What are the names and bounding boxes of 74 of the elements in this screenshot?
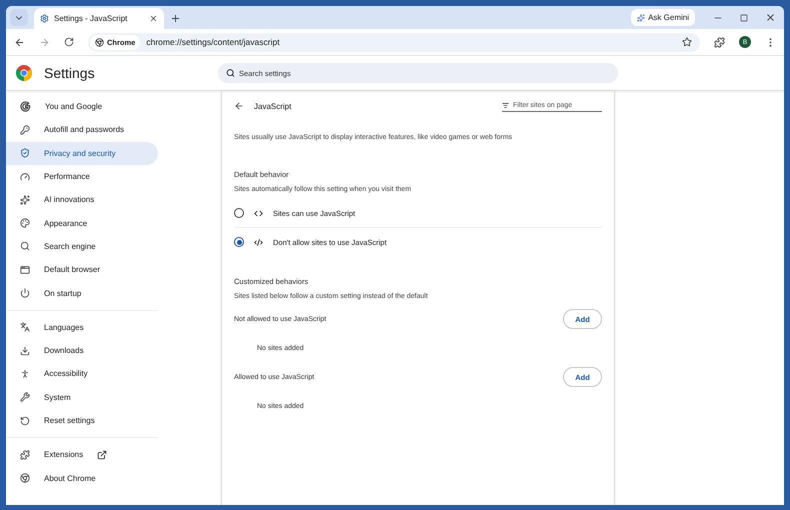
sidebar-item[interactable]: Appearance (6, 211, 158, 235)
page-title: JavaScript (254, 102, 292, 110)
back-arrow-button[interactable] (234, 101, 244, 111)
code-icon (254, 208, 263, 218)
sidebar-icon (20, 241, 30, 252)
sidebar-item[interactable]: About Chrome (6, 466, 158, 490)
sidebar-label: Reset settings (44, 416, 95, 425)
sidebar-label: Search engine (44, 242, 96, 251)
sidebar-item[interactable]: Reset settings (6, 408, 158, 432)
bookmark-star-icon[interactable] (682, 37, 692, 47)
browser-logo-icon (16, 65, 32, 81)
gear-icon (40, 14, 49, 23)
url-text: chrome://settings/content/javascript (146, 37, 281, 47)
sidebar-label: Performance (44, 172, 90, 182)
sidebar-item[interactable]: Default browser (6, 258, 158, 282)
sidebar-item[interactable]: Accessibility (6, 362, 158, 386)
filter-icon (502, 102, 509, 109)
sidebar-icon (20, 288, 30, 298)
sidebar-label: You and Google (45, 102, 102, 112)
back-button[interactable] (14, 36, 25, 48)
extensions-icon[interactable] (714, 36, 725, 48)
sidebar-icon (20, 322, 30, 332)
sidebar-icon (20, 124, 30, 135)
external-link-icon (97, 450, 108, 460)
sparkle-icon (637, 14, 646, 22)
sidebar-item[interactable]: You and Google (6, 95, 158, 118)
sidebar-item[interactable]: Performance (6, 164, 158, 188)
sidebar-label: Downloads (44, 346, 84, 356)
sidebar-label: System (44, 392, 71, 402)
sidebar-label: Default browser (44, 265, 100, 274)
sidebar-item[interactable]: Languages (6, 316, 158, 339)
browser-tab[interactable]: Settings - JavaScript (34, 8, 164, 29)
reload-button[interactable] (64, 37, 74, 47)
sidebar-item[interactable]: Search engine (6, 234, 158, 258)
new-tab-button[interactable] (170, 13, 181, 24)
ask-gemini-button[interactable]: Ask Gemini (631, 9, 695, 26)
sidebar-label: AI innovations (44, 195, 94, 204)
radio-button[interactable] (234, 237, 244, 247)
sidebar-icon (20, 392, 30, 402)
sidebar-icon (20, 450, 30, 460)
sidebar-label: Extensions (44, 450, 84, 460)
tab-title: Settings - JavaScript (54, 14, 128, 23)
sidebar-item[interactable]: Downloads (6, 338, 158, 362)
sidebar-label: Appearance (44, 218, 88, 228)
sidebar-icon (20, 368, 30, 379)
google-g-icon (20, 101, 31, 112)
sidebar-icon (20, 346, 30, 356)
sidebar-item[interactable]: AI innovations (6, 188, 158, 212)
sidebar-label: On startup (44, 288, 82, 298)
sidebar-icon (20, 194, 30, 205)
sidebar-label: Accessibility (44, 369, 88, 378)
radio-button[interactable] (234, 208, 244, 218)
sidebar-item[interactable]: Autofill and passwords (6, 118, 158, 142)
sidebar-label: Privacy and security (44, 148, 116, 158)
sidebar-icon (20, 473, 30, 484)
sidebar-item[interactable]: System (6, 386, 158, 409)
sidebar-icon (20, 416, 30, 426)
sidebar-icon (20, 264, 30, 275)
sidebar-label: About Chrome (44, 474, 96, 483)
sidebar-label: Autofill and passwords (44, 125, 124, 134)
code-slash-icon (254, 238, 263, 246)
browser-logo-icon (95, 38, 104, 46)
close-tab-button[interactable] (149, 14, 158, 23)
sidebar-icon (20, 218, 30, 228)
maximize-button[interactable] (740, 12, 748, 23)
close-window-button[interactable] (765, 12, 776, 23)
sidebar-label: Languages (44, 322, 84, 332)
sidebar-icon (20, 172, 30, 182)
sidebar-icon (20, 148, 30, 158)
sidebar-item[interactable]: Privacy and security (6, 142, 158, 165)
settings-title: Settings (44, 65, 96, 81)
sidebar-item[interactable]: On startup (6, 281, 158, 305)
sidebar-item[interactable]: Extensions (6, 443, 158, 466)
search-icon (226, 68, 235, 78)
